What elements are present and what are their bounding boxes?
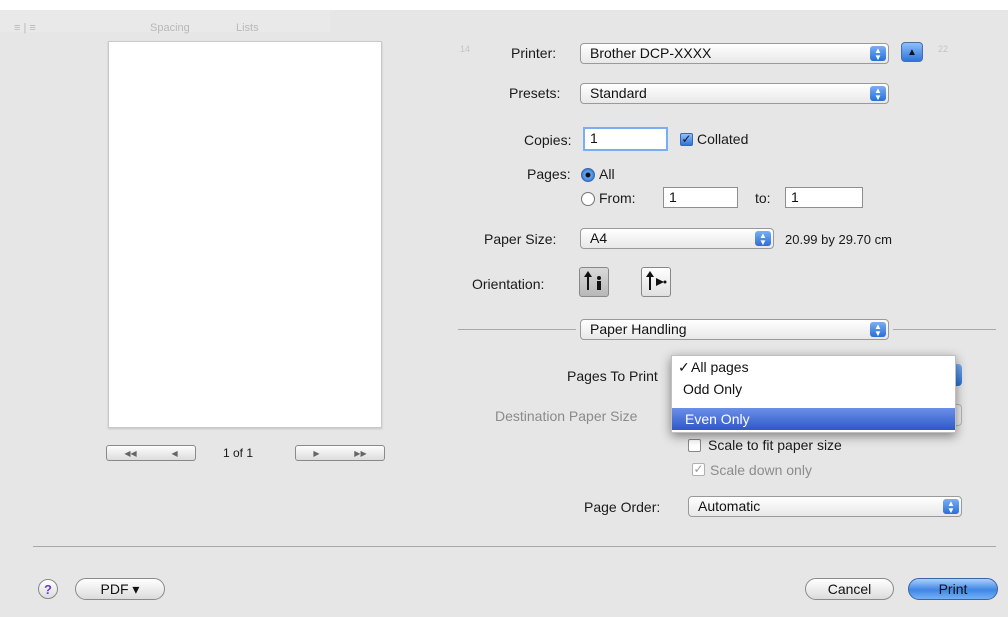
menu-item-label: Even Only [685,411,750,427]
print-dialog: ≡ | ≡ Spacing Lists 14 16 18 20 22 ◀◀◀ 1… [0,0,1008,617]
to-input[interactable]: 1 [785,187,863,208]
spacing-label: Spacing [150,22,190,34]
printer-popup[interactable]: Brother DCP-XXXX ▲ ▼ [580,43,889,64]
help-icon: ? [44,582,52,597]
print-button[interactable]: Print [908,578,998,600]
landscape-button[interactable] [641,267,671,297]
scale-to-fit-label: Scale to fit paper size [708,437,842,453]
popup-arrows-icon: ▲ ▼ [870,322,886,338]
portrait-icon [584,271,601,290]
paper-size-popup[interactable]: A4 ▲ ▼ [580,228,774,249]
to-label: to: [755,190,771,206]
section-value: Paper Handling [590,321,687,337]
ruler-mark: 14 [460,44,471,54]
align-icon: ≡ | ≡ [14,22,36,34]
print-button-label: Print [938,581,968,597]
pages-label: Pages: [527,166,571,182]
menu-item-all-pages[interactable]: ✓ All pages [672,356,955,378]
popup-arrows-icon: ▲ ▼ [870,46,886,62]
lists-label: Lists [236,22,259,34]
paper-size-value: A4 [590,230,608,246]
from-label: From: [599,190,636,206]
page-order-value: Automatic [698,498,761,514]
pages-all-radio[interactable] [581,168,595,182]
section-popup[interactable]: Paper Handling ▲ ▼ [580,319,889,340]
printer-value: Brother DCP-XXXX [590,45,712,61]
presets-value: Standard [590,85,647,101]
copies-label: Copies: [524,132,572,148]
collated-checkbox[interactable]: ✓ [680,133,693,146]
ruler-mark: 22 [938,44,949,54]
menu-item-label: Odd Only [683,381,743,397]
pages-to-print-menu: ✓ All pages Odd Only Even Only [671,355,956,433]
menu-item-odd-only[interactable]: Odd Only [672,378,955,400]
page-order-popup[interactable]: Automatic ▲ ▼ [688,496,962,517]
copies-value: 1 [590,130,598,146]
cancel-button[interactable]: Cancel [805,578,894,600]
first-page-icon[interactable]: ◀◀ [124,449,136,458]
next-last-page-buttons[interactable]: ▶ ▶▶ [295,445,385,461]
cancel-button-label: Cancel [827,581,872,597]
collated-label: Collated [697,131,749,147]
from-input[interactable]: 1 [663,187,738,208]
pages-all-label: All [599,166,615,182]
menu-item-even-only[interactable]: Even Only [672,408,955,430]
collapse-details-button[interactable]: ▲ [901,42,923,62]
paper-dimensions: 20.99 by 29.70 cm [785,232,892,247]
to-value: 1 [791,189,799,205]
pdf-button-label: PDF ▾ [100,581,140,597]
pdf-button[interactable]: PDF ▾ [75,578,165,600]
prev-page-icon[interactable]: ◀ [171,449,177,458]
disclosure-up-icon: ▲ [907,47,917,58]
destination-paper-size-label: Destination Paper Size [495,408,638,424]
first-prev-page-buttons[interactable]: ◀◀ ◀ [106,445,196,461]
copies-input[interactable]: 1 [583,127,668,151]
next-page-icon[interactable]: ▶ [313,449,319,458]
printer-label: Printer: [511,45,557,61]
footer-separator [33,546,996,547]
last-page-icon[interactable]: ▶▶ [354,449,366,458]
page-order-label: Page Order: [584,499,661,515]
document-toolbar: ≡ | ≡ Spacing Lists [0,10,330,34]
orientation-label: Orientation: [472,276,545,292]
landscape-icon [646,271,667,290]
checkmark-icon: ✓ [678,359,690,375]
scale-down-only-checkbox[interactable]: ✓ [692,463,705,476]
scale-down-only-label: Scale down only [710,462,812,478]
help-button[interactable]: ? [38,579,58,599]
popup-arrows-icon: ▲ ▼ [943,499,959,515]
page-preview [108,41,382,428]
paper-size-label: Paper Size: [484,231,557,247]
portrait-button[interactable] [579,267,609,297]
presets-label: Presets: [509,85,561,101]
from-value: 1 [669,189,677,205]
popup-arrows-icon: ▲ ▼ [755,231,771,247]
presets-popup[interactable]: Standard ▲ ▼ [580,83,889,104]
separator-line [458,329,576,330]
page-counter: 1 of 1 [223,446,254,460]
separator-line [893,329,996,330]
scale-to-fit-checkbox[interactable] [688,439,701,452]
popup-arrows-icon: ▲ ▼ [870,86,886,102]
pages-to-print-label: Pages To Print [567,368,658,384]
pages-from-radio[interactable] [581,192,595,206]
menu-item-label: All pages [691,359,749,375]
